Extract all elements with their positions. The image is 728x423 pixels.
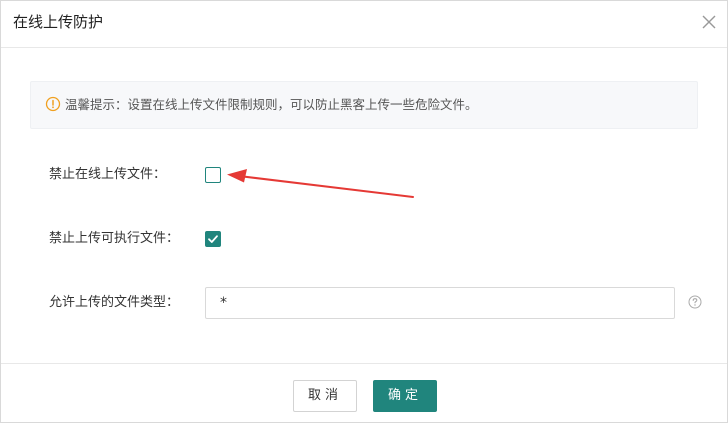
dialog-footer: 取消 确定 — [1, 363, 727, 423]
annotation-arrow — [227, 169, 414, 198]
confirm-button[interactable]: 确定 — [373, 380, 437, 412]
disable-executable-upload-label: 禁止上传可执行文件： — [49, 231, 180, 246]
allowed-file-types-input[interactable] — [205, 287, 675, 319]
dialog-title: 在线上传防护 — [13, 13, 104, 31]
allowed-file-types-label: 允许上传的文件类型： — [49, 295, 180, 310]
checkmark-icon — [208, 235, 218, 243]
warning-circle-icon — [45, 96, 61, 112]
close-icon — [702, 15, 716, 29]
question-circle-icon[interactable] — [688, 295, 702, 309]
disable-online-upload-label: 禁止在线上传文件： — [49, 167, 167, 182]
disable-executable-upload-checkbox[interactable] — [205, 231, 221, 247]
close-button[interactable] — [700, 13, 718, 31]
upload-protection-dialog: 在线上传防护 温馨提示：设置在线上传文件限制规则，可以防止黑客上传一些危险文件。… — [0, 0, 728, 423]
dialog-header: 在线上传防护 — [1, 1, 727, 48]
cancel-button[interactable]: 取消 — [293, 380, 357, 412]
tip-text: 温馨提示：设置在线上传文件限制规则，可以防止黑客上传一些危险文件。 — [65, 97, 478, 112]
disable-online-upload-checkbox[interactable] — [205, 167, 221, 183]
tip-banner: 温馨提示：设置在线上传文件限制规则，可以防止黑客上传一些危险文件。 — [30, 81, 698, 129]
